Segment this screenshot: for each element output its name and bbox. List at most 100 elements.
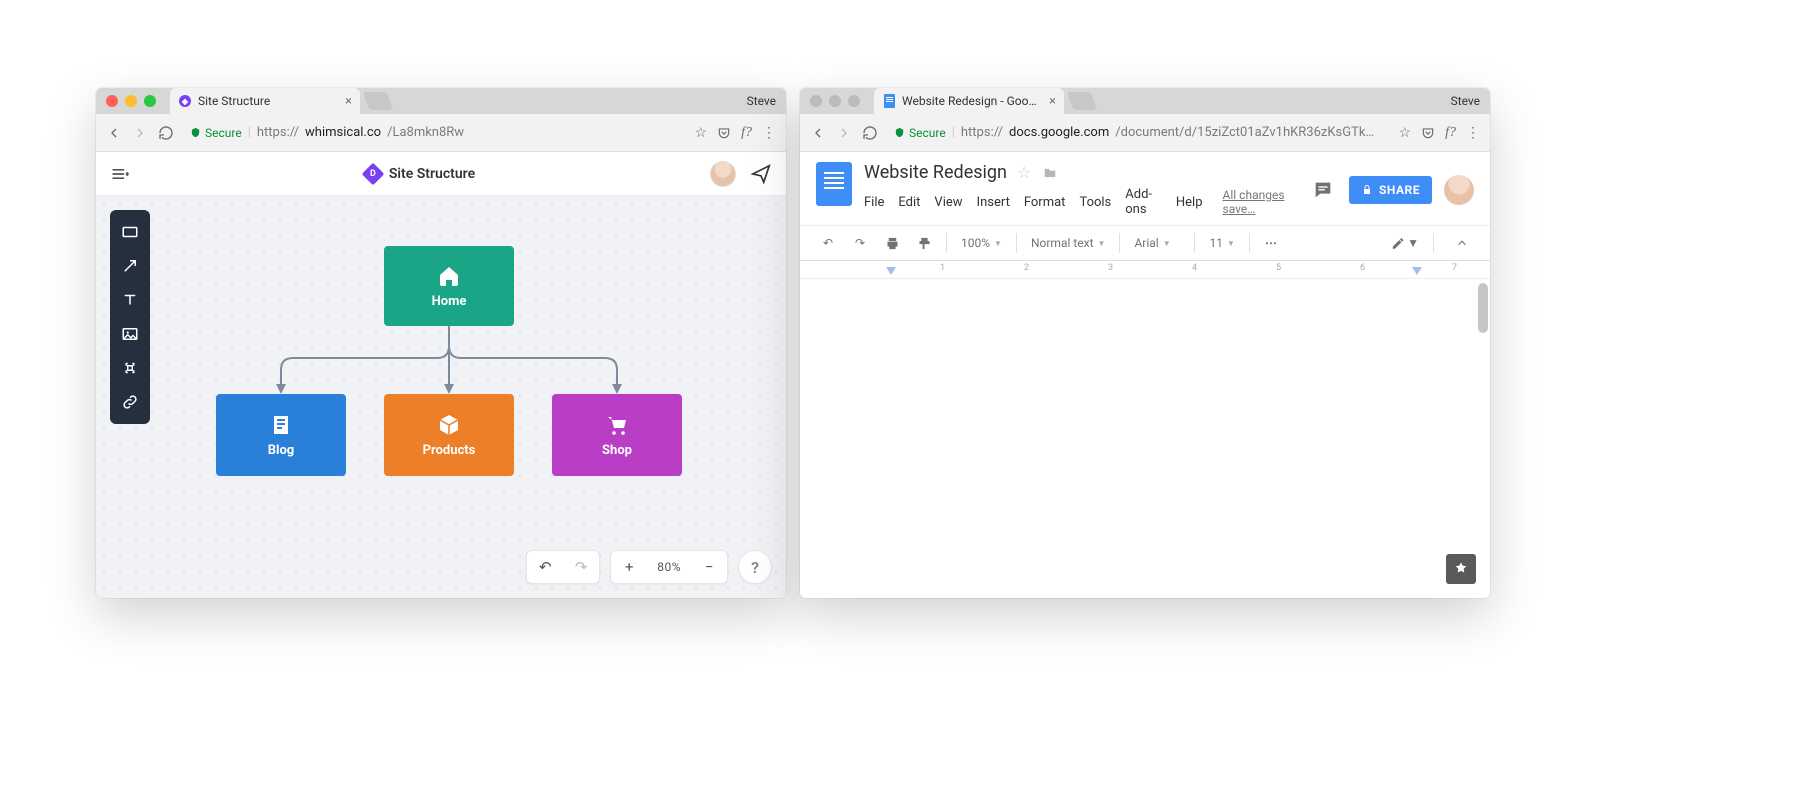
new-tab-button[interactable]: [1067, 92, 1097, 110]
browser-tab[interactable]: ◆ Site Structure ×: [170, 88, 360, 114]
account-avatar[interactable]: [1444, 175, 1474, 205]
menu-format[interactable]: Format: [1024, 195, 1066, 210]
reload-button[interactable]: [158, 125, 174, 141]
node-shop[interactable]: Shop: [552, 394, 682, 476]
address-bar: Secure | https://docs.google.com/documen…: [800, 114, 1490, 152]
collapse-toolbar-icon[interactable]: [1448, 229, 1476, 257]
maximize-window-button[interactable]: [144, 95, 156, 107]
link-tool-icon[interactable]: [114, 386, 146, 418]
minimize-window-button[interactable]: [125, 95, 137, 107]
node-label: Shop: [602, 443, 632, 458]
paint-format-icon[interactable]: [910, 229, 938, 257]
ruler-tick: 2: [1024, 263, 1029, 273]
zoom-level[interactable]: 80%: [647, 560, 691, 574]
zoom-dropdown[interactable]: 100%▼: [955, 229, 1008, 257]
bookmark-star-icon[interactable]: ☆: [695, 125, 708, 141]
google-docs-favicon-icon: [882, 94, 896, 108]
document-icon: [269, 413, 293, 437]
back-button[interactable]: [810, 125, 826, 141]
explore-button[interactable]: [1446, 554, 1476, 584]
bookmark-star-icon[interactable]: ☆: [1399, 125, 1412, 141]
rectangle-tool-icon[interactable]: [114, 216, 146, 248]
move-folder-icon[interactable]: [1041, 166, 1059, 180]
doc-title[interactable]: Website Redesign: [864, 162, 1007, 183]
menu-tools[interactable]: Tools: [1079, 195, 1111, 210]
image-tool-icon[interactable]: [114, 318, 146, 350]
close-tab-icon[interactable]: ×: [345, 94, 352, 109]
forward-button[interactable]: [132, 125, 148, 141]
redo-icon[interactable]: ↷: [846, 229, 874, 257]
more-toolbar-icon[interactable]: ⋯: [1258, 229, 1286, 257]
undo-icon[interactable]: ↶: [814, 229, 842, 257]
url-field[interactable]: Secure | https://docs.google.com/documen…: [888, 120, 1389, 146]
whimsical-canvas[interactable]: Home Blog Products Shop ↶ ↷ + 80%: [96, 196, 786, 598]
maximize-window-button[interactable]: [848, 95, 860, 107]
editing-mode-icon[interactable]: ▼: [1391, 229, 1419, 257]
pocket-icon[interactable]: [717, 126, 731, 140]
menu-insert[interactable]: Insert: [977, 195, 1010, 210]
font-dropdown[interactable]: Arial▼: [1128, 229, 1186, 257]
reload-button[interactable]: [862, 125, 878, 141]
docs-app-icon[interactable]: [816, 162, 852, 206]
chrome-profile-name[interactable]: Steve: [747, 94, 776, 108]
chrome-profile-name[interactable]: Steve: [1451, 94, 1480, 108]
forward-button[interactable]: [836, 125, 852, 141]
browser-menu-icon[interactable]: ⋮: [1466, 125, 1480, 141]
font-extension-icon[interactable]: f?: [1445, 125, 1456, 141]
menu-view[interactable]: View: [934, 195, 962, 210]
new-tab-button[interactable]: [363, 92, 393, 110]
browser-menu-icon[interactable]: ⋮: [762, 125, 776, 141]
print-icon[interactable]: [878, 229, 906, 257]
undo-button[interactable]: ↶: [527, 558, 563, 576]
browser-titlebar: ◆ Site Structure × Steve: [96, 88, 786, 114]
redo-button[interactable]: ↷: [563, 558, 599, 576]
help-button[interactable]: ?: [738, 550, 772, 584]
node-blog[interactable]: Blog: [216, 394, 346, 476]
address-bar: Secure | https://whimsical.co/La8mkn8Rw …: [96, 114, 786, 152]
save-status[interactable]: All changes save…: [1223, 188, 1298, 216]
document-page[interactable]: [800, 279, 1490, 598]
docs-header: Website Redesign ☆ File Edit View Insert…: [800, 152, 1490, 217]
home-icon: [437, 264, 461, 288]
star-icon[interactable]: ☆: [1017, 163, 1031, 182]
arrow-tool-icon[interactable]: [114, 250, 146, 282]
component-tool-icon[interactable]: [114, 352, 146, 384]
user-avatar[interactable]: [710, 161, 736, 187]
window-controls: [810, 95, 860, 107]
left-indent-marker[interactable]: [886, 267, 896, 275]
url-protocol: https://: [961, 125, 1003, 140]
comments-icon[interactable]: [1309, 178, 1337, 202]
browser-tab[interactable]: Website Redesign - Google Do ×: [874, 88, 1064, 114]
url-field[interactable]: Secure | https://whimsical.co/La8mkn8Rw: [184, 120, 685, 146]
node-products[interactable]: Products: [384, 394, 514, 476]
zoom-out-button[interactable]: −: [691, 558, 727, 576]
pocket-icon[interactable]: [1421, 126, 1435, 140]
canvas-bottom-controls: ↶ ↷ + 80% − ?: [526, 550, 772, 584]
minimize-window-button[interactable]: [829, 95, 841, 107]
font-extension-icon[interactable]: f?: [741, 125, 752, 141]
ruler[interactable]: 1 2 3 4 5 6 7: [800, 261, 1490, 279]
docs-menu-bar: File Edit View Insert Format Tools Add-o…: [864, 187, 1297, 217]
menu-toggle-icon[interactable]: [110, 164, 130, 184]
menu-addons[interactable]: Add-ons: [1125, 187, 1162, 217]
share-button[interactable]: SHARE: [1349, 176, 1432, 204]
menu-file[interactable]: File: [864, 195, 884, 210]
share-send-icon[interactable]: [750, 163, 772, 185]
whimsical-window: ◆ Site Structure × Steve Secure | https:…: [96, 88, 786, 598]
node-home[interactable]: Home: [384, 246, 514, 326]
node-label: Products: [423, 443, 476, 458]
close-window-button[interactable]: [810, 95, 822, 107]
back-button[interactable]: [106, 125, 122, 141]
styles-dropdown[interactable]: Normal text▼: [1025, 229, 1112, 257]
node-label: Blog: [268, 443, 295, 458]
close-window-button[interactable]: [106, 95, 118, 107]
font-size-dropdown[interactable]: 11▼: [1203, 229, 1240, 257]
menu-edit[interactable]: Edit: [898, 195, 920, 210]
zoom-in-button[interactable]: +: [611, 558, 647, 576]
vertical-scrollbar[interactable]: [1478, 283, 1488, 333]
url-domain: docs.google.com: [1009, 125, 1109, 140]
text-tool-icon[interactable]: [114, 284, 146, 316]
close-tab-icon[interactable]: ×: [1049, 94, 1056, 109]
right-indent-marker[interactable]: [1412, 267, 1422, 275]
menu-help[interactable]: Help: [1176, 195, 1203, 210]
